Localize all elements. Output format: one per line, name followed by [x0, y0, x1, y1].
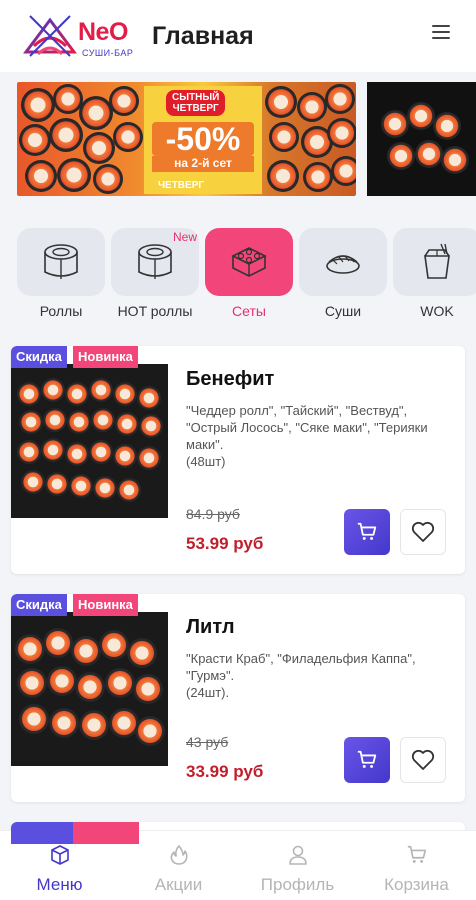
category-label: Роллы [39, 303, 83, 319]
nav-promotions[interactable]: Акции [119, 843, 238, 895]
sushi-roll-image [297, 92, 327, 122]
sushi-icon [326, 255, 360, 274]
sushi-roll-image [109, 86, 139, 116]
promo-banner[interactable] [367, 82, 476, 196]
cart-icon [407, 845, 426, 863]
logo-subtext: СУШИ-БАР [82, 48, 134, 58]
category-label: HOT роллы [117, 303, 193, 319]
sushi-roll-image [441, 146, 469, 174]
product-card[interactable]: Скидка Новинка Литл "Красти Краб", "Фила… [11, 594, 465, 802]
nav-label: Акции [154, 875, 203, 894]
flame-icon [170, 845, 188, 865]
sushi-roll-image [49, 118, 83, 152]
logo-icon [23, 15, 77, 57]
wok-box-icon [424, 243, 450, 279]
nav-menu[interactable]: Меню [0, 843, 119, 895]
product-description: "Чеддер ролл", "Тайский", "Вествуд", "Ос… [186, 403, 428, 469]
new-badge [73, 822, 139, 844]
current-price: 53.99 руб [186, 534, 264, 553]
promo-note: на 2-й сет [152, 156, 254, 172]
sushi-roll-image [331, 156, 356, 186]
nav-label: Корзина [384, 875, 449, 894]
old-price: 84.9 руб [186, 506, 240, 522]
add-to-cart-button[interactable] [344, 509, 390, 555]
page-title: Главная [152, 22, 254, 50]
promo-discount: -50% [152, 122, 254, 156]
hamburger-menu-icon[interactable] [432, 25, 450, 41]
cart-icon [357, 522, 377, 540]
promo-carousel[interactable]: СЫТНЫЙ ЧЕТВЕРГ -50% на 2-й сет ЧЕТВЕРГ [0, 82, 476, 196]
category-hot-rolls[interactable]: New HOT роллы [111, 228, 199, 319]
sale-badge: Скидка [11, 346, 67, 368]
sale-badge: Скидка [11, 594, 67, 616]
sushi-roll-image [57, 158, 91, 192]
sushi-roll-image [267, 160, 299, 192]
sushi-roll-image [21, 88, 55, 122]
product-image[interactable] [11, 612, 168, 766]
nav-cart[interactable]: Корзина [357, 843, 476, 895]
product-description: "Красти Краб", "Филадельфия Каппа", "Гур… [186, 651, 416, 700]
cart-icon [357, 750, 377, 768]
product-card[interactable]: Скидка Новинка Бенефит "Чеддер ролл", "Т… [11, 346, 465, 574]
favorite-button[interactable] [400, 737, 446, 783]
category-sushi[interactable]: Суши [299, 228, 387, 319]
sushi-roll-image [415, 140, 443, 168]
sale-badge [11, 822, 73, 844]
promo-panel: СЫТНЫЙ ЧЕТВЕРГ -50% на 2-й сет ЧЕТВЕРГ [144, 86, 262, 194]
sushi-roll-image [113, 122, 143, 152]
old-price: 43 руб [186, 734, 229, 750]
new-badge: New [172, 230, 197, 244]
nav-label: Профиль [260, 875, 335, 894]
sushi-roll-image [25, 160, 57, 192]
add-to-cart-button[interactable] [344, 737, 390, 783]
header: NeO СУШИ-БАР Главная [0, 0, 476, 72]
category-rolls[interactable]: Роллы [17, 228, 105, 319]
promo-tag: СЫТНЫЙ ЧЕТВЕРГ [166, 90, 226, 116]
new-badge: Новинка [73, 346, 138, 368]
sushi-roll-image [93, 164, 123, 194]
product-image[interactable] [11, 364, 168, 518]
hot-roll-icon [138, 244, 172, 279]
sushi-roll-image [265, 86, 297, 118]
user-icon [288, 845, 307, 865]
sushi-roll-image [407, 102, 435, 130]
nav-label: Меню [36, 875, 83, 894]
promo-day: ЧЕТВЕРГ [158, 180, 205, 191]
heart-icon [411, 521, 435, 542]
nav-profile[interactable]: Профиль [238, 843, 357, 895]
current-price: 33.99 руб [186, 762, 264, 781]
roll-icon [44, 244, 78, 279]
logo[interactable]: NeO СУШИ-БАР [22, 10, 140, 60]
sushi-roll-image [325, 84, 355, 114]
product-title[interactable]: Литл [186, 616, 235, 639]
app-root: NeO СУШИ-БАР Главная СЫТНЫЙ ЧЕТВЕРГ -50%… [0, 0, 476, 900]
category-sets[interactable]: Сеты [205, 228, 293, 319]
category-label: WOK [420, 303, 454, 319]
category-label: Суши [324, 303, 362, 319]
product-title[interactable]: Бенефит [186, 368, 274, 391]
sushi-roll-image [83, 132, 115, 164]
logo-text: NeO [78, 18, 128, 46]
sushi-roll-image [19, 124, 51, 156]
category-label: Сеты [232, 303, 266, 319]
category-wok[interactable]: WOK [393, 228, 476, 319]
sushi-roll-image [387, 142, 415, 170]
sushi-roll-image [433, 112, 461, 140]
sushi-roll-image [79, 96, 113, 130]
favorite-button[interactable] [400, 509, 446, 555]
new-badge: Новинка [73, 594, 138, 616]
category-list: Роллы New HOT роллы Сеты Суши WOK [0, 228, 476, 324]
promo-banner[interactable]: СЫТНЫЙ ЧЕТВЕРГ -50% на 2-й сет ЧЕТВЕРГ [17, 82, 356, 196]
sushi-roll-image [269, 122, 299, 152]
heart-icon [411, 749, 435, 770]
menu-cube-icon [50, 845, 69, 865]
sushi-roll-image [303, 162, 333, 192]
sushi-roll-image [381, 110, 409, 138]
set-icon [231, 247, 267, 277]
sushi-roll-image [327, 118, 356, 148]
